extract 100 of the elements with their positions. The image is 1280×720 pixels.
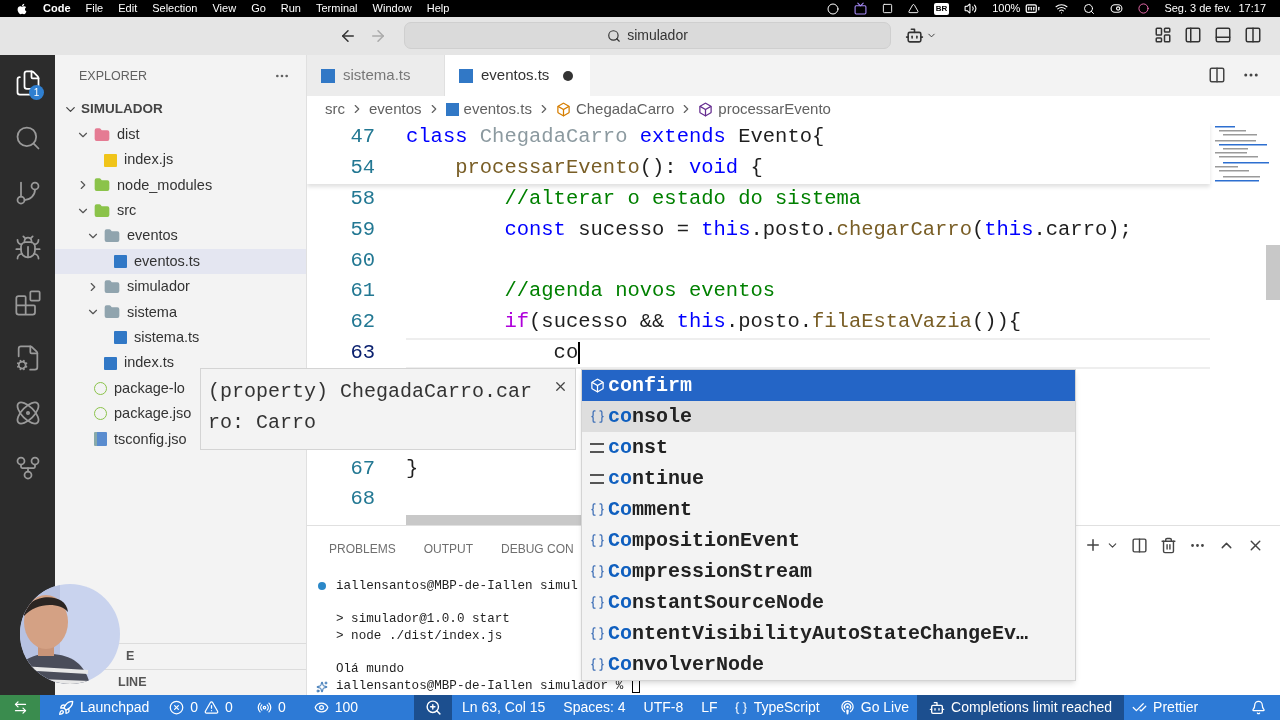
code-line: //alterar o estado do sistema bbox=[503, 186, 862, 212]
split-editor-icon[interactable] bbox=[1208, 66, 1226, 84]
folder-row[interactable]: simulador bbox=[55, 274, 306, 300]
zoom-icon bbox=[424, 699, 442, 716]
panel-toggle-icon[interactable] bbox=[1214, 26, 1232, 44]
split-layout-icon[interactable] bbox=[1244, 26, 1262, 44]
ts-file-icon bbox=[459, 68, 473, 83]
keyboard-layout[interactable]: BR bbox=[933, 2, 950, 15]
close-icon[interactable] bbox=[553, 379, 568, 394]
suggestion-item[interactable]: const bbox=[582, 432, 1075, 463]
scrollbar-thumb[interactable] bbox=[1266, 245, 1280, 300]
volume-icon[interactable] bbox=[964, 2, 978, 15]
editor-tab[interactable]: eventos.ts bbox=[445, 55, 590, 96]
folder-row[interactable]: node_modules bbox=[55, 172, 306, 199]
breadcrumb-item[interactable]: src bbox=[325, 97, 345, 121]
back-button[interactable] bbox=[339, 27, 357, 45]
add-terminal-icon[interactable] bbox=[1084, 536, 1102, 554]
breadcrumb-item[interactable]: processarEvento bbox=[718, 97, 831, 121]
breadcrumb-item[interactable]: ChegadaCarro bbox=[575, 97, 675, 121]
braces-icon bbox=[733, 700, 748, 715]
status-icon[interactable] bbox=[826, 2, 839, 15]
prettier-button[interactable]: Prettier bbox=[1124, 695, 1207, 720]
panel-tab[interactable]: OUTPUT bbox=[423, 539, 474, 558]
sidebar-toggle-icon[interactable] bbox=[1184, 26, 1202, 44]
rocket-icon bbox=[58, 699, 74, 716]
sidebar-title: EXPLORER bbox=[79, 67, 148, 85]
line-number: 54 bbox=[349, 155, 375, 182]
panel-tab[interactable]: DEBUG CON bbox=[501, 539, 574, 558]
wifi-icon[interactable] bbox=[1055, 2, 1069, 15]
section-header[interactable]: E bbox=[126, 647, 135, 666]
horizontal-scrollbar[interactable] bbox=[406, 515, 581, 525]
control-center-icon[interactable] bbox=[1110, 2, 1124, 15]
suggestion-item[interactable]: CompositionEvent bbox=[582, 525, 1075, 556]
section-header[interactable]: LINE bbox=[118, 673, 147, 692]
folder-row[interactable]: sistema bbox=[55, 299, 306, 326]
root-folder-name[interactable]: SIMULADOR bbox=[81, 99, 163, 120]
keyword-icon bbox=[590, 473, 604, 484]
split-icon[interactable] bbox=[1131, 536, 1148, 554]
menu-item[interactable]: Help bbox=[426, 0, 450, 17]
trash-icon[interactable] bbox=[1160, 536, 1177, 554]
copilot-status-button[interactable]: Completions limit reached bbox=[917, 695, 1125, 720]
file-row[interactable]: eventos.ts bbox=[55, 248, 306, 275]
file-name: eventos.ts bbox=[134, 251, 201, 271]
status-item[interactable]: UTF-8 bbox=[635, 695, 692, 720]
go-live-button[interactable]: Go Live bbox=[831, 695, 917, 720]
copilot-button[interactable] bbox=[905, 26, 937, 45]
launchpad-button[interactable]: Launchpad bbox=[50, 695, 158, 720]
ts-file-icon bbox=[114, 331, 127, 345]
status-item[interactable]: Ln 63, Col 15 bbox=[454, 695, 554, 720]
file-name: package-lo bbox=[114, 378, 185, 398]
status-item[interactable]: Spaces: 4 bbox=[555, 695, 634, 720]
remote-button[interactable] bbox=[0, 695, 40, 720]
suggestion-item[interactable]: confirm bbox=[582, 370, 1075, 401]
zoom-button[interactable] bbox=[414, 695, 453, 720]
folder-name: eventos bbox=[127, 226, 178, 246]
language-button[interactable]: TypeScript bbox=[725, 695, 828, 720]
editor-tab[interactable]: sistema.ts bbox=[307, 55, 445, 96]
folder-row[interactable]: eventos bbox=[55, 223, 306, 249]
layout-icon[interactable] bbox=[1154, 26, 1172, 44]
menu-item[interactable]: Go bbox=[251, 0, 266, 17]
file-row[interactable]: index.ts bbox=[55, 350, 306, 376]
folder-name: simulador bbox=[127, 277, 190, 297]
suggestion-item[interactable]: Comment bbox=[582, 494, 1075, 525]
suggestion-label: ConvolverNode bbox=[608, 651, 765, 678]
ports-button[interactable]: 0 bbox=[248, 695, 294, 720]
breadcrumb-item[interactable]: eventos bbox=[369, 97, 422, 121]
menu-item[interactable]: Edit bbox=[118, 0, 138, 17]
status-item[interactable]: LF bbox=[693, 695, 726, 720]
menu-item[interactable]: Selection bbox=[152, 0, 198, 17]
blocks-icon[interactable] bbox=[13, 288, 42, 317]
menu-item[interactable]: View bbox=[212, 0, 237, 17]
folder-name: node_modules bbox=[117, 175, 213, 195]
file-row[interactable]: sistema.ts bbox=[55, 325, 306, 351]
watch-button[interactable]: 100 bbox=[305, 695, 367, 720]
screen-icon[interactable] bbox=[853, 2, 867, 15]
menu-item[interactable]: Window bbox=[372, 0, 412, 17]
minimap bbox=[1215, 126, 1270, 184]
date-text: Seg. 3 de fev. bbox=[1164, 1, 1232, 17]
apple-icon[interactable] bbox=[16, 2, 28, 15]
menu-item[interactable]: Run bbox=[280, 0, 301, 17]
folder-row[interactable]: src bbox=[55, 198, 306, 224]
file-row[interactable]: index.js bbox=[55, 147, 306, 173]
suggestion-item[interactable]: continue bbox=[582, 463, 1075, 494]
problems-button[interactable]: 0 0 bbox=[161, 695, 241, 720]
suggestion-item[interactable]: ConvolverNode bbox=[582, 649, 1075, 680]
app-menu[interactable]: Code bbox=[43, 0, 71, 17]
eye-icon bbox=[313, 700, 329, 715]
suggestion-item[interactable]: console bbox=[582, 401, 1075, 432]
menu-item[interactable]: Terminal bbox=[316, 0, 358, 17]
panel-tab[interactable]: PROBLEMS bbox=[329, 539, 396, 558]
search-icon[interactable] bbox=[1083, 2, 1096, 15]
suggestion-item[interactable]: ConstantSourceNode bbox=[582, 587, 1075, 618]
bug-icon[interactable] bbox=[13, 233, 42, 262]
command-center-field[interactable]: simulador bbox=[404, 22, 891, 49]
folder-row[interactable]: dist bbox=[55, 122, 306, 148]
menu-item[interactable]: File bbox=[85, 0, 104, 17]
window-icon[interactable] bbox=[881, 3, 893, 14]
breadcrumb-item[interactable]: eventos.ts bbox=[463, 97, 532, 121]
suggestion-item[interactable]: CompressionStream bbox=[582, 556, 1075, 587]
suggestion-item[interactable]: ContentVisibilityAutoStateChangeEv… bbox=[582, 618, 1075, 649]
